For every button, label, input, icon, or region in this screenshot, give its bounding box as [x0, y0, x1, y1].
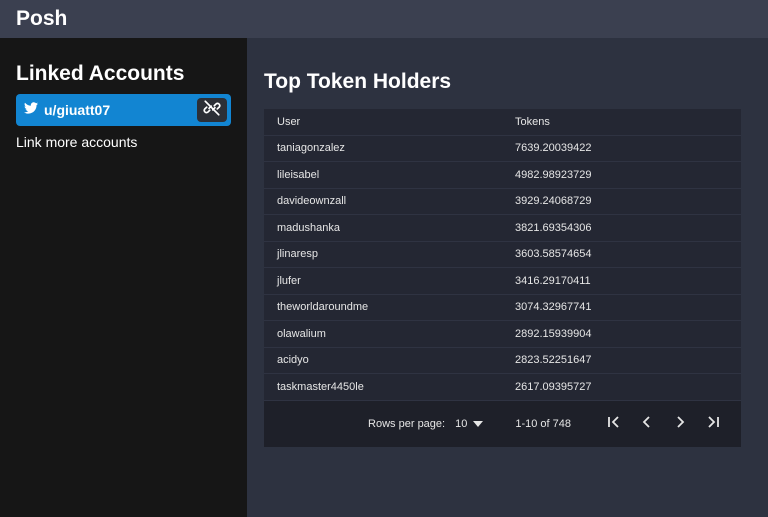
main-content: Top Token Holders User Tokens taniagonza… — [247, 38, 768, 517]
link-more-accounts-link[interactable]: Link more accounts — [16, 134, 137, 150]
user-cell: davideownzall — [264, 188, 502, 215]
user-cell: acidyo — [264, 347, 502, 374]
previous-page-button[interactable] — [630, 409, 663, 439]
first-page-icon — [607, 415, 621, 432]
twitter-icon — [24, 101, 38, 119]
table-pagination: Rows per page: 10 1-10 of 748 — [264, 400, 741, 447]
table-row[interactable]: taniagonzalez 7639.20039422 — [264, 135, 741, 162]
table-row[interactable]: jlinaresp 3603.58574654 — [264, 241, 741, 268]
table-row[interactable]: jlufer 3416.29170411 — [264, 267, 741, 295]
tokens-cell: 3603.58574654 — [502, 241, 741, 268]
rows-per-page-label: Rows per page: — [368, 417, 446, 430]
table-row[interactable]: lileisabel 4982.98923729 — [264, 161, 741, 189]
user-cell: lileisabel — [264, 161, 502, 189]
table-row[interactable]: theworldaroundme 3074.32967741 — [264, 294, 741, 321]
rows-per-page-select[interactable]: 10 — [455, 417, 484, 430]
table-row[interactable]: acidyo 2823.52251647 — [264, 347, 741, 374]
chevron-right-icon — [673, 415, 687, 432]
user-cell: olawalium — [264, 320, 502, 348]
table-header-row: User Tokens — [264, 109, 741, 136]
column-header-tokens: Tokens — [502, 109, 741, 136]
user-cell: jlinaresp — [264, 241, 502, 268]
user-cell: theworldaroundme — [264, 294, 502, 321]
chevron-left-icon — [640, 415, 654, 432]
user-cell: jlufer — [264, 267, 502, 295]
tokens-cell: 3074.32967741 — [502, 294, 741, 321]
sidebar: Linked Accounts u/giuatt07 Link more acc… — [0, 38, 247, 517]
pagination-range: 1-10 of 748 — [515, 417, 571, 430]
app-title[interactable]: Posh — [16, 7, 67, 31]
unlink-account-button[interactable] — [197, 98, 227, 122]
rows-per-page-value: 10 — [455, 417, 468, 430]
unlink-icon — [202, 99, 222, 122]
tokens-cell: 3929.24068729 — [502, 188, 741, 215]
table-row[interactable]: taskmaster4450le 2617.09395727 — [264, 373, 741, 401]
tokens-cell: 2617.09395727 — [502, 373, 741, 401]
table-row[interactable]: davideownzall 3929.24068729 — [264, 188, 741, 215]
table-row[interactable]: olawalium 2892.15939904 — [264, 320, 741, 348]
next-page-button[interactable] — [663, 409, 696, 439]
last-page-button[interactable] — [696, 409, 729, 439]
tokens-cell: 4982.98923729 — [502, 161, 741, 189]
user-cell: taskmaster4450le — [264, 373, 502, 401]
tokens-cell: 3416.29170411 — [502, 267, 741, 295]
column-header-user: User — [264, 109, 502, 136]
last-page-icon — [706, 415, 720, 432]
caret-down-icon — [473, 418, 484, 430]
tokens-cell: 7639.20039422 — [502, 135, 741, 162]
linked-accounts-heading: Linked Accounts — [16, 62, 185, 85]
user-cell: taniagonzalez — [264, 135, 502, 162]
table-row[interactable]: madushanka 3821.69354306 — [264, 214, 741, 242]
account-info: u/giuatt07 — [24, 101, 110, 119]
page-title: Top Token Holders — [264, 70, 452, 93]
account-name: u/giuatt07 — [44, 102, 111, 118]
user-cell: madushanka — [264, 214, 502, 242]
first-page-button[interactable] — [597, 409, 630, 439]
token-holders-table: User Tokens taniagonzalez 7639.20039422 l… — [264, 109, 741, 447]
tokens-cell: 2892.15939904 — [502, 320, 741, 348]
tokens-cell: 3821.69354306 — [502, 214, 741, 242]
tokens-cell: 2823.52251647 — [502, 347, 741, 374]
linked-account-chip[interactable]: u/giuatt07 — [16, 94, 231, 126]
top-app-bar: Posh — [0, 0, 768, 38]
